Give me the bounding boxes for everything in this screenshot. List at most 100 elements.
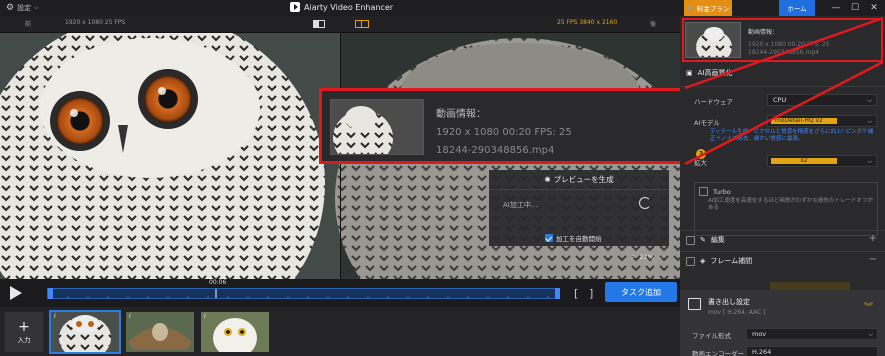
split-view-toggle[interactable]	[313, 20, 325, 28]
timeline: 00:06 [ ] タスク追加	[0, 279, 680, 307]
export-title: 書き出し設定	[708, 298, 750, 306]
checkbox-unchecked-icon[interactable]	[686, 235, 695, 245]
preview-header: 前 1920 x 1080 25 FPS 25 FPS 3840 x 2160 …	[0, 16, 680, 33]
video-thumbnail	[330, 99, 424, 155]
hardware-label: ハードウェア	[694, 98, 733, 106]
pricing-plan-label: 料金プラン	[696, 5, 730, 13]
hardware-value: CPU	[773, 96, 787, 104]
file-format-value: mov	[752, 330, 767, 338]
current-time: 00:06	[209, 279, 227, 286]
generate-preview-button[interactable]: ✺ プレビューを生成	[489, 170, 669, 190]
after-info: 25 FPS 3840 x 2160	[557, 19, 618, 26]
edit-section-header[interactable]: ✎ 編集	[680, 231, 885, 249]
expand-chevron-icon[interactable]: ︾	[864, 300, 873, 313]
info-filename: 18244-290348856.mp4	[436, 145, 555, 156]
settings-button[interactable]: ⚙ 設定 ⌵	[6, 3, 39, 13]
media-thumbnail[interactable]: i	[201, 312, 269, 352]
magnifier-icon: ⌕	[631, 252, 636, 261]
media-thumbnail[interactable]: i	[126, 312, 194, 352]
set-in-point-button[interactable]: [	[574, 287, 578, 300]
export-icon	[688, 298, 701, 310]
info-icon[interactable]: i	[204, 313, 206, 320]
file-format-label: ファイル形式	[692, 332, 731, 340]
video-codec-label: 動画エンコーダー	[692, 350, 744, 356]
scale-value: x2	[771, 158, 837, 164]
turbo-label: Turbo	[713, 187, 731, 196]
chevron-down-icon: ⌵	[34, 4, 39, 11]
add-task-button[interactable]: タスク追加	[605, 282, 677, 302]
chevron-down-icon: ⌵	[867, 118, 872, 125]
checkbox-unchecked-icon	[699, 187, 708, 196]
turbo-description: AI加工速度を高速化するほど画質がわずかな損失のトレードオフがある	[708, 198, 873, 211]
video-info-popup: 動画情報： 1920 x 1080 00:20 FPS: 25 18244-29…	[319, 88, 685, 164]
ai-chip-icon: ▣	[686, 69, 693, 77]
set-out-point-button[interactable]: ]	[589, 287, 593, 300]
ai-model-description: ディテール生成、ピクセルと質感を精度をさらに向上! ピンボケ補正＋ノイズ除去、細…	[710, 129, 874, 142]
frame-icon: ◈	[700, 257, 706, 265]
settings-label: 設定	[17, 4, 32, 12]
ai-enhance-section-header[interactable]: ▣ AI高画質化	[680, 64, 885, 82]
maximize-button[interactable]: ☐	[848, 2, 862, 14]
app-title-text: Aiarty Video Enhancer	[304, 2, 394, 12]
media-thumbnail-bar: + 入力 i i i	[0, 307, 680, 356]
before-info: 1920 x 1080 25 FPS	[65, 19, 126, 26]
chevron-down-icon: ⌵	[867, 158, 872, 165]
aperture-icon: ✺	[544, 175, 551, 184]
ai-model-label: AIモデル	[694, 119, 720, 127]
after-label: 後	[650, 21, 657, 28]
ai-model-value: moDetail-HQ v2	[771, 118, 837, 124]
auto-start-checkbox[interactable]: 加工を自動開始	[545, 233, 602, 243]
hardware-select[interactable]: CPU ⌵	[767, 94, 877, 106]
side-by-side-toggle[interactable]	[355, 20, 369, 28]
media-thumbnail[interactable]: i	[49, 310, 121, 354]
video-codec-select[interactable]: H.264	[746, 346, 878, 356]
trim-handle-right[interactable]	[555, 288, 560, 299]
export-settings: 書き出し設定 mov [ H.264, AAC ] ︾ ファイル形式 mov ⌵…	[680, 290, 885, 356]
checkbox-unchecked-icon[interactable]	[686, 256, 695, 266]
auto-start-label: 加工を自動開始	[556, 235, 602, 243]
edit-icon: ✎	[700, 236, 706, 244]
highlight-box	[682, 18, 883, 62]
chevron-down-icon: ⌵	[657, 252, 663, 261]
title-bar: ⚙ 設定 ⌵ Aiarty Video Enhancer 🛒 料金プラン ホーム…	[0, 0, 885, 16]
file-format-select[interactable]: mov ⌵	[746, 328, 878, 340]
scale-label: 拡大	[694, 159, 707, 167]
ai-model-select[interactable]: moDetail-HQ v2 ⌵	[767, 115, 877, 127]
processing-panel: ✺ プレビューを生成 AI加工中... 加工を自動開始	[489, 170, 669, 246]
export-summary: mov [ H.264, AAC ]	[708, 309, 766, 316]
frame-interpolation-label: フレーム補間	[710, 257, 753, 265]
settings-panel: 動画情報： 1920 x 1080 00:20 FPS: 25 18244-29…	[680, 16, 885, 356]
zoom-value: 22%	[639, 253, 654, 261]
expand-plus-icon[interactable]: +	[869, 233, 877, 244]
chevron-down-icon: ⌵	[868, 331, 873, 338]
info-resolution: 1920 x 1080 00:20 FPS: 25	[436, 127, 572, 138]
zoom-control[interactable]: ⌕ 22% ⌵	[631, 252, 663, 262]
frame-interpolation-section-header[interactable]: ◈ フレーム補間	[680, 252, 885, 270]
loading-spinner-icon	[639, 197, 651, 209]
app-logo-icon	[290, 2, 300, 12]
home-button[interactable]: ホーム	[779, 0, 815, 16]
timeline-ticks	[67, 289, 549, 298]
trim-handle-left[interactable]	[48, 288, 53, 299]
frame-rate-select[interactable]	[770, 282, 850, 290]
timeline-track[interactable]	[47, 288, 560, 299]
info-icon[interactable]: i	[129, 313, 131, 320]
turbo-checkbox[interactable]: Turbo	[699, 187, 731, 196]
collapse-minus-icon[interactable]: −	[869, 254, 877, 265]
generate-preview-label: プレビューを生成	[553, 175, 614, 184]
before-label: 前	[25, 21, 32, 28]
minimize-button[interactable]: —	[829, 2, 843, 14]
ai-enhance-title: AI高画質化	[697, 69, 733, 77]
processing-status: AI加工中...	[503, 201, 538, 209]
chevron-down-icon: ⌵	[867, 97, 872, 104]
add-input-button[interactable]: + 入力	[5, 312, 43, 352]
pricing-plan-button[interactable]: 🛒 料金プラン	[684, 0, 732, 16]
scale-select[interactable]: x2 ⌵	[767, 155, 877, 167]
play-button[interactable]	[10, 286, 22, 300]
info-icon[interactable]: i	[54, 313, 56, 320]
plus-icon: +	[18, 319, 30, 335]
checkbox-checked-icon	[545, 234, 553, 242]
close-button[interactable]: ✕	[867, 2, 881, 14]
info-title: 動画情報：	[436, 109, 486, 120]
edit-label: 編集	[710, 236, 725, 244]
